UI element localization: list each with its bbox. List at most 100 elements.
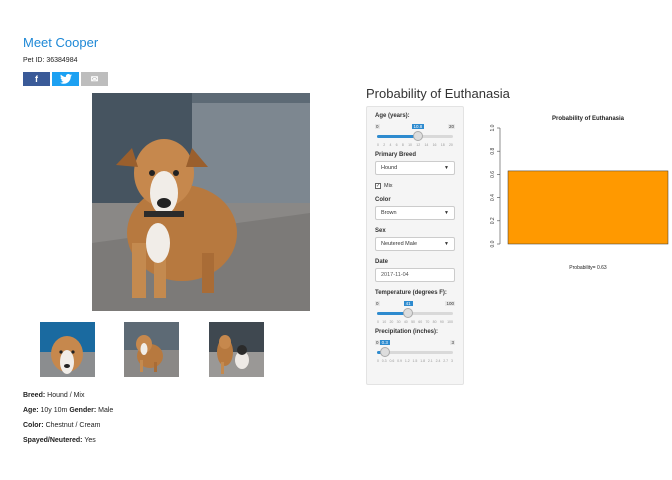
slider-tick-label: 3 [450,359,453,363]
chevron-down-icon: ▼ [444,241,449,247]
pet-details: Breed: Hound / Mix Age: 10y 10m Gender: … [23,388,113,448]
slider-max: 20 [447,124,455,129]
slider-tick-label: 2.7 [443,359,449,363]
age-label: Age: [23,407,39,414]
slider-tick-label: 0.6 [389,359,395,363]
slider-handle[interactable] [379,347,390,357]
slider-tick-label: 50 [411,320,415,324]
facebook-share-button[interactable]: f [23,72,50,86]
date-input-label: Date [375,259,389,265]
dog-photo [92,93,310,311]
y-tick-label: 0.8 [490,148,496,155]
slider-tick-label: 1.5 [412,359,418,363]
input-panel: Age (years): 0 20 10.8 0 2 4 6 8 10 12 14 16 18 20… [366,106,464,385]
age-value: 10y 10m [40,407,68,414]
slider-tick-label: 0 [377,320,379,324]
slider-tick-label: 12 [416,143,421,147]
slider-min: 0 [375,124,380,129]
gender-value: Male [98,407,114,414]
slider-value: 10.8 [411,124,425,129]
color-select[interactable]: Brown ▼ [375,206,455,220]
thumbnail-2[interactable] [124,322,179,377]
chevron-down-icon: ▼ [444,165,449,171]
bar [507,170,669,245]
thumbnail-1-image [40,322,95,377]
x-axis-label: Probability= 0.63 [569,265,607,271]
slider-max: 3 [450,340,455,345]
twitter-share-button[interactable] [52,72,79,86]
spayed-label: Spayed/Neutered: [23,437,83,444]
slider-tick-label: 40 [403,320,408,324]
slider-max: 100 [445,301,455,306]
slider-tick-label: 10 [382,320,387,324]
gender-label: Gender: [69,407,97,414]
slider-tick-label: 6 [395,143,398,147]
slider-tick-label: 2.1 [427,359,433,363]
breed-value: Hound / Mix [47,392,85,399]
page-title: Meet Cooper [23,35,99,50]
slider-tick-label: 4 [389,143,392,147]
breed-select-value: Hound [381,165,398,171]
age-gender-row: Age: 10y 10m Gender: Male [23,403,113,418]
y-tick-label: 0.4 [490,194,496,201]
y-tick-label: 0.0 [490,240,496,247]
email-icon: ✉ [90,73,99,84]
sex-select-value: Neutered Male [381,241,418,247]
slider-handle[interactable] [413,131,424,141]
slider-tick-label: 60 [418,320,423,324]
euthanasia-chart: Probability of Euthanasia 0.0 0.2 0.4 0.6 0.8… [480,110,672,280]
slider-ticks: 0 0.3 0.6 0.9 1.2 1.5 1.8 2.1 2.4 2.7 3 [377,359,453,363]
chart-title: Probability of Euthanasia [552,116,625,122]
chevron-down-icon: ▼ [444,210,449,216]
thumbnail-3-image [209,322,264,377]
slider-handle[interactable] [403,308,414,318]
twitter-icon [59,74,72,84]
slider-tick-label: 2 [383,143,386,147]
thumbnail-3[interactable] [209,322,264,377]
slider-ticks: 0 2 4 6 8 10 12 14 16 18 20 [377,143,453,147]
thumbnail-1[interactable] [40,322,95,377]
temperature-slider[interactable]: 0 100 41 0 10 20 30 40 50 60 70 80 90 100 [375,298,455,324]
share-bar: f ✉ [23,72,108,86]
sex-select[interactable]: Neutered Male ▼ [375,237,455,251]
spayed-value: Yes [84,437,96,444]
slider-tick-label: 0.9 [397,359,403,363]
color-row: Color: Chestnut / Cream [23,418,113,433]
slider-tick-label: 1.2 [404,359,410,363]
precipitation-slider[interactable]: 0 3 0.3 0 0.3 0.6 0.9 1.2 1.5 1.8 2.1 2.4 2.7 3 [375,337,455,363]
breed-select[interactable]: Hound ▼ [375,161,455,175]
slider-ticks: 0 10 20 30 40 50 60 70 80 90 100 [377,320,453,324]
precipitation-slider-label: Precipitation (inches): [375,329,439,335]
slider-tick-label: 10 [408,143,412,147]
slider-tick-label: 80 [432,320,437,324]
slider-value: 41 [403,301,413,306]
breed-select-label: Primary Breed [375,152,417,158]
chart-svg: Probability of Euthanasia 0.0 0.2 0.4 0.6 0.8… [490,116,669,271]
slider-min: 0 [375,301,380,306]
slider-tick-label: 1.8 [420,359,426,363]
date-input[interactable]: 2017-11-04 [375,268,455,282]
sex-select-label: Sex [375,228,386,234]
checkbox-box[interactable]: ✓ [375,183,381,189]
slider-tick-label: 90 [439,320,444,324]
mix-checkbox-label: Mix [384,183,393,189]
facebook-icon: f [35,74,38,84]
slider-tick-label: 20 [448,143,453,147]
slider-tick-label: 16 [432,143,437,147]
breed-label: Breed: [23,392,46,399]
slider-tick-label: 70 [425,320,430,324]
age-slider[interactable]: 0 20 10.8 0 2 4 6 8 10 12 14 16 18 20 [375,121,455,147]
slider-tick-label: 100 [447,320,453,324]
pet-id: Pet ID: 36384984 [23,57,78,64]
slider-tick-label: 0 [377,143,379,147]
color-select-label: Color [375,197,391,203]
slider-tick-label: 14 [424,143,429,147]
slider-tick-label: 2.4 [435,359,441,363]
breed-row: Breed: Hound / Mix [23,388,113,403]
email-share-button[interactable]: ✉ [81,72,108,86]
main-pet-photo [92,93,310,311]
y-tick-label: 0.6 [490,171,496,178]
y-tick-label: 0.2 [490,217,496,224]
slider-tick-label: 0 [377,359,379,363]
temperature-slider-label: Temperature (degrees F): [375,290,447,296]
